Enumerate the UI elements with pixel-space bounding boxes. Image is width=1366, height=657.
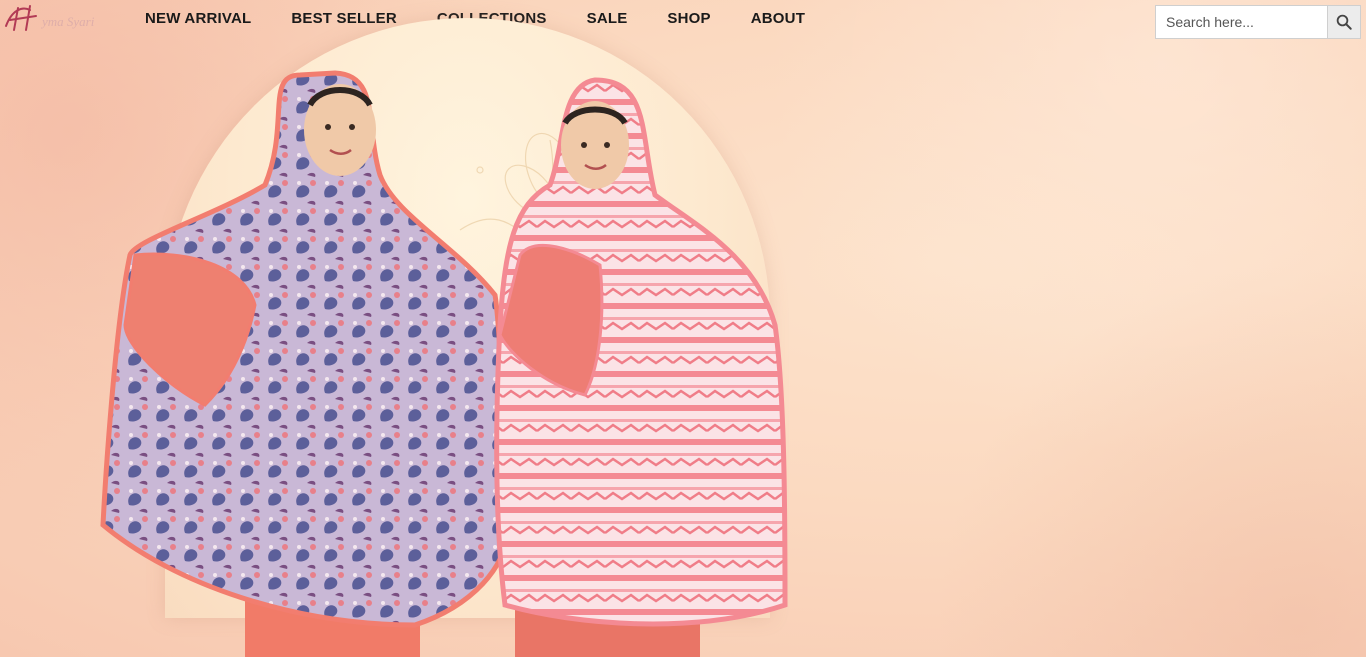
logo-icon: yma Syari xyxy=(5,5,95,31)
search-form xyxy=(1155,5,1361,41)
nav-about[interactable]: ABOUT xyxy=(751,10,805,27)
nav-best-seller[interactable]: BEST SELLER xyxy=(291,10,397,27)
model-right xyxy=(494,77,788,657)
search-icon xyxy=(1336,14,1352,30)
svg-text:yma Syari: yma Syari xyxy=(40,14,95,29)
nav-sale[interactable]: SALE xyxy=(587,10,628,27)
search-button[interactable] xyxy=(1327,5,1361,39)
hero-image xyxy=(100,70,788,657)
model-left xyxy=(100,70,510,657)
nav-shop[interactable]: SHOP xyxy=(667,10,710,27)
page: yma Syari NEW ARRIVAL BEST SELLER COLLEC… xyxy=(0,0,1366,657)
brand-logo[interactable]: yma Syari xyxy=(0,0,120,40)
search-input[interactable] xyxy=(1155,5,1327,39)
nav-new-arrival[interactable]: NEW ARRIVAL xyxy=(145,10,251,27)
